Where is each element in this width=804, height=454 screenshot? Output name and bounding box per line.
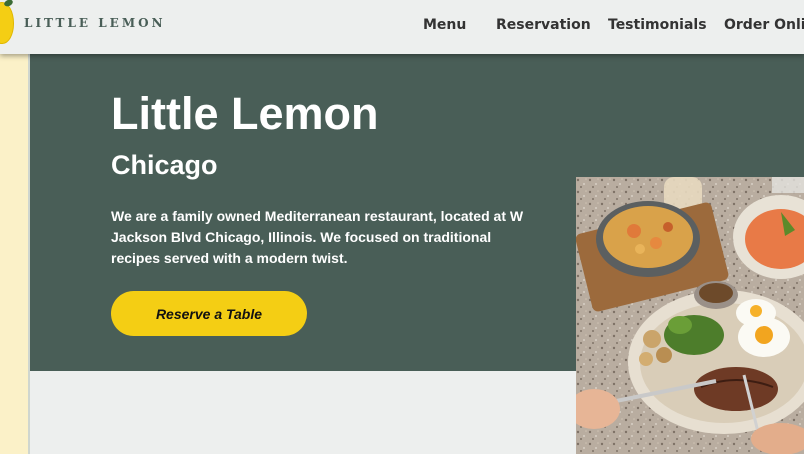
hero-title: Little Lemon bbox=[111, 88, 379, 139]
side-accent-strip bbox=[0, 54, 30, 454]
hero-subtitle: Chicago bbox=[111, 150, 218, 180]
nav-item-menu[interactable]: Menu bbox=[423, 17, 466, 33]
hero-food-image bbox=[576, 177, 804, 454]
hero-description: We are a family owned Mediterranean rest… bbox=[111, 208, 524, 266]
main-nav: Menu Reservation Testimonials Order Onli… bbox=[0, 17, 804, 37]
nav-item-reservation[interactable]: Reservation bbox=[496, 17, 591, 33]
site-header: LITTLE LEMON Menu Reservation Testimonia… bbox=[0, 0, 804, 54]
nav-item-order-online[interactable]: Order Online bbox=[724, 17, 804, 33]
reserve-table-button[interactable]: Reserve a Table bbox=[111, 291, 307, 336]
nav-item-testimonials[interactable]: Testimonials bbox=[608, 17, 707, 33]
